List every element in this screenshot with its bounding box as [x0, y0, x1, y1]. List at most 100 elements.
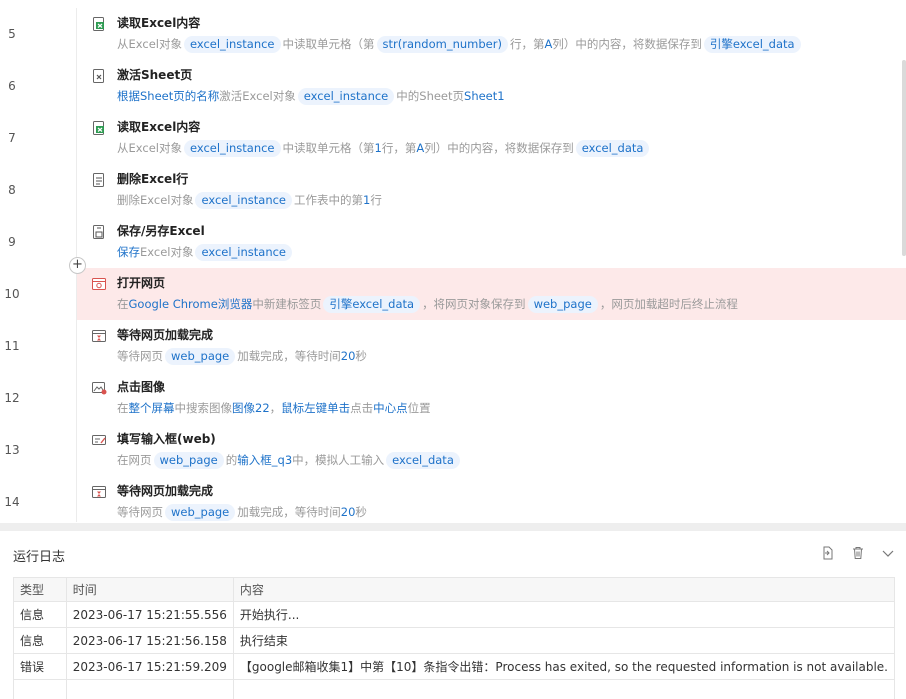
desc-text: 中，模拟人工输入 — [292, 453, 385, 467]
desc-text: 的 — [225, 453, 238, 467]
variable-chip[interactable]: 引擎excel_data — [703, 35, 801, 53]
desc-text: 加载完成，等待时间 — [237, 505, 341, 519]
column-header-type[interactable]: 类型 — [13, 577, 67, 602]
flow-step[interactable]: 6 激活Sheet页 根据Sheet页的名称 激活Excel对象 excel_insta… — [0, 60, 906, 112]
log-time-cell: 2023-06-17 15:21:56.158 — [65, 627, 234, 654]
param-value: 整个屏幕 — [128, 401, 175, 415]
step-title: 删除Excel行 — [117, 172, 189, 186]
export-icon[interactable] — [820, 545, 836, 561]
flow-step[interactable]: 9 保存/另存Excel 保存 Excel对象 excel_instance — [0, 216, 906, 268]
excel-delete-row-icon — [91, 172, 107, 188]
desc-text: 在 — [117, 401, 129, 415]
flow-step[interactable]: 11 等待网页加载完成 等待网页 web_page 加载完成，等待时间 20 秒 — [0, 320, 906, 372]
variable-chip[interactable]: web_page — [165, 347, 236, 365]
flow-step[interactable]: 8 删除Excel行 删除Excel对象 excel_instance 工作表中的第 1 行 — [0, 164, 906, 216]
variable-chip[interactable]: web_page — [165, 503, 236, 521]
param-value: Sheet1 — [464, 89, 505, 103]
param-value: 1 — [363, 193, 371, 207]
column-header-content[interactable]: 内容 — [232, 577, 896, 602]
desc-text: 中的Sheet页 — [396, 89, 465, 103]
log-table: 类型 时间 内容 信息 2023-06-17 15:21:55.556 开始执行… — [13, 577, 896, 699]
browser-wait-icon — [91, 484, 107, 500]
trash-icon[interactable] — [850, 545, 866, 561]
variable-chip[interactable]: excel_data — [386, 451, 460, 469]
variable-chip[interactable]: excel_instance — [183, 35, 281, 53]
variable-chip[interactable]: excel_instance — [297, 87, 395, 105]
input-fill-icon — [91, 432, 107, 448]
table-row[interactable]: 错误 2023-06-17 15:21:59.209 【google邮箱收集1】… — [13, 653, 896, 680]
param-value: 图像22 — [232, 401, 270, 415]
param-value: 20 — [340, 505, 356, 519]
step-title: 打开网页 — [117, 276, 166, 290]
desc-text: 列）中的内容，将数据保存到 — [424, 141, 574, 155]
step-title: 激活Sheet页 — [117, 68, 193, 82]
browser-open-icon — [91, 276, 107, 292]
step-description: 删除Excel对象 excel_instance 工作表中的第 1 行 — [117, 191, 382, 209]
chevron-down-icon[interactable] — [880, 545, 896, 561]
desc-text: 中读取单元格（第 — [282, 37, 375, 51]
desc-text: 加载完成，等待时间 — [237, 349, 341, 363]
desc-text: 删除Excel对象 — [117, 193, 194, 207]
flow-step[interactable]: 7 读取Excel内容 从Excel对象 excel_instance 中读取单元格（第… — [0, 112, 906, 164]
log-content-cell: 【google邮箱收集1】中第【10】条指令出错：Process has exi… — [232, 653, 896, 680]
excel-sheet-icon — [91, 68, 107, 84]
flow-step[interactable]: 5 读取Excel内容 从Excel对象 excel_instance 中读取单元格（第… — [0, 8, 906, 60]
step-line-number: 7 — [8, 131, 16, 145]
param-value: 保存 — [117, 245, 140, 259]
variable-chip[interactable]: 引擎excel_data — [323, 295, 421, 313]
log-actions — [820, 545, 896, 561]
step-title: 填写输入框(web) — [117, 432, 216, 446]
flow-step[interactable]: 10 打开网页在 Google Chrome浏览器 中新建标签页 引擎excel_dat… — [4, 268, 906, 320]
table-row[interactable]: 信息 2023-06-17 15:21:55.556 开始执行... — [13, 601, 896, 628]
flow-step[interactable]: 13 填写输入框(web) 在网页 web_page 的输入框_q3 中，模拟人工输入 ex… — [0, 424, 906, 476]
panel-splitter[interactable] — [0, 523, 906, 531]
step-title: 等待网页加载完成 — [117, 328, 214, 342]
add-step-button[interactable]: + — [69, 257, 86, 274]
desc-text: 行，第 — [381, 141, 417, 155]
step-description: 根据Sheet页的名称 激活Excel对象 excel_instance 中的Shee… — [117, 87, 505, 105]
desc-text: ， — [269, 401, 282, 415]
param-value: 鼠标左键单击 — [281, 401, 351, 415]
log-panel-title: 运行日志 — [13, 550, 66, 565]
image-click-icon — [91, 380, 107, 396]
param-value: 20 — [340, 349, 356, 363]
variable-chip[interactable]: web_page — [527, 295, 598, 313]
variable-chip[interactable]: str(random_number) — [376, 35, 508, 53]
column-header-time[interactable]: 时间 — [65, 577, 234, 602]
desc-text: 等待网页 — [117, 349, 163, 363]
variable-chip[interactable]: excel_instance — [195, 243, 293, 261]
flow-step[interactable]: 14 等待网页加载完成 等待网页 web_page 加载完成，等待时间 20 秒 — [0, 476, 906, 522]
desc-text: 等待网页 — [117, 505, 163, 519]
flow-step[interactable]: 12 点击图像在整个屏幕 中搜索图像 图像22，鼠标左键单击 点击 中心点 位置 — [0, 372, 906, 424]
param-value: A — [416, 141, 425, 155]
variable-chip[interactable]: web_page — [153, 451, 224, 469]
desc-text: 在 — [117, 297, 129, 311]
flow-scrollbar[interactable] — [902, 60, 906, 256]
desc-text: ，网页加载超时后终止流程 — [599, 297, 738, 311]
step-line-number: 14 — [4, 495, 20, 509]
step-description: 在整个屏幕 中搜索图像 图像22，鼠标左键单击 点击 中心点 位置 — [117, 399, 431, 417]
param-value: 中心点 — [373, 401, 408, 415]
desc-text: 从Excel对象 — [117, 141, 182, 155]
desc-text: 工作表中的第 — [294, 193, 364, 207]
desc-text: 在网页 — [117, 453, 152, 467]
param-value: 根据Sheet页的名称 — [117, 89, 220, 103]
step-line-number: 13 — [4, 443, 20, 457]
desc-text: ，将网页对象保存到 — [422, 297, 526, 311]
step-line-number: 5 — [8, 27, 16, 41]
table-row[interactable]: 信息 2023-06-17 15:21:56.158 执行结束 — [13, 627, 896, 654]
excel-read-icon — [91, 16, 107, 32]
log-time-cell: 2023-06-17 15:21:59.209 — [65, 653, 234, 680]
desc-text: Excel对象 — [140, 245, 194, 259]
empty-cell — [13, 679, 67, 699]
variable-chip[interactable]: excel_instance — [183, 139, 281, 157]
variable-chip[interactable]: excel_instance — [195, 191, 293, 209]
variable-chip[interactable]: excel_data — [575, 139, 650, 157]
step-description: 在网页 web_page 的输入框_q3 中，模拟人工输入 excel_data — [117, 451, 462, 469]
table-row-empty — [13, 679, 896, 699]
step-line-number: 10 — [4, 287, 20, 301]
step-title: 点击图像 — [117, 380, 166, 394]
step-title: 等待网页加载完成 — [117, 484, 214, 498]
desc-text: 位置 — [407, 401, 431, 415]
desc-text: 秒 — [355, 349, 367, 363]
